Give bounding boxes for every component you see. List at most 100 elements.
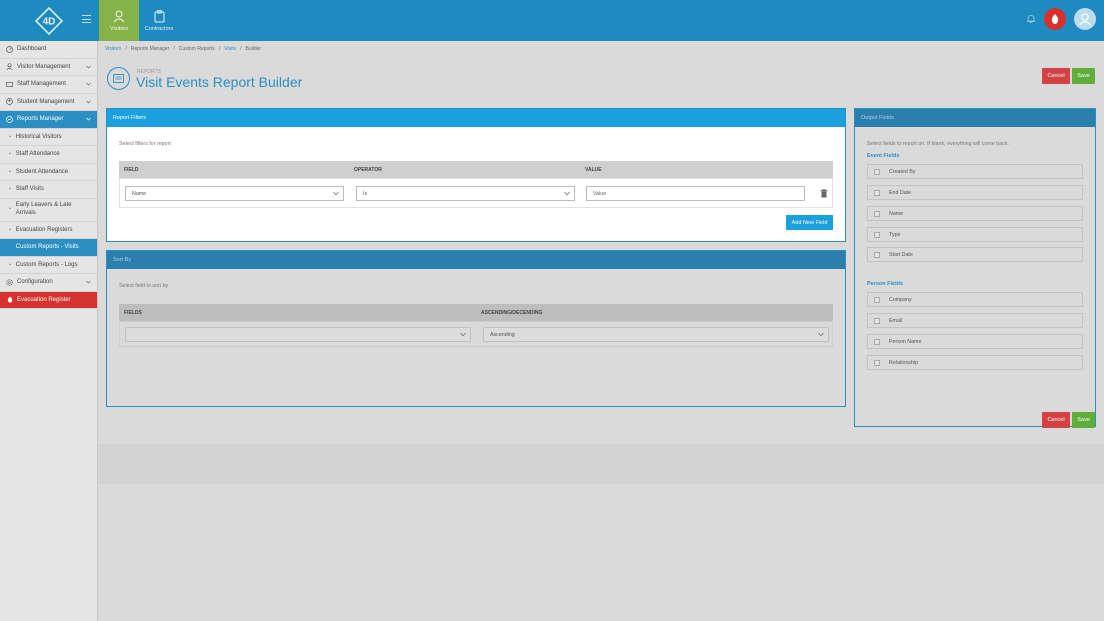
sidebar-item-staff-visits[interactable]: Staff Visits xyxy=(0,181,97,199)
tab-visitors[interactable]: Visitors xyxy=(99,0,139,41)
breadcrumb-item[interactable]: Visitors xyxy=(105,46,121,52)
sort-order-select[interactable]: Ascending xyxy=(483,327,829,342)
output-field-end-date[interactable]: End Date xyxy=(867,185,1083,200)
checkbox[interactable] xyxy=(874,211,880,217)
chevron-down-icon xyxy=(460,332,466,337)
checkbox[interactable] xyxy=(874,190,880,196)
sidebar-item-visitor-management[interactable]: Visitor Management xyxy=(0,59,97,76)
sidebar-item-custom-reports-logs[interactable]: Custom Reports - Logs xyxy=(0,257,97,274)
checkbox[interactable] xyxy=(874,252,880,258)
save-button[interactable]: Save xyxy=(1072,68,1095,84)
sidebar: Dashboard Visitor Management Staff Manag… xyxy=(0,41,98,621)
output-field-email[interactable]: Email xyxy=(867,313,1083,328)
output-field-type[interactable]: Type xyxy=(867,227,1083,242)
tab-contractors[interactable]: Contractors xyxy=(139,0,179,41)
panel-header: Sort By xyxy=(107,251,845,269)
value-input[interactable]: Value xyxy=(586,186,805,201)
sidebar-item-label: Historical Visitors xyxy=(15,133,62,140)
event-fields-title: Event Fields xyxy=(867,153,900,159)
chevron-down-icon xyxy=(818,332,824,337)
sidebar-item-student-management[interactable]: Student Management xyxy=(0,94,97,111)
sidebar-item-label: Custom Reports - Logs xyxy=(15,261,78,268)
tab-label: Contractors xyxy=(144,25,174,32)
sidebar-item-label: Student Management xyxy=(17,98,75,105)
breadcrumb-item[interactable]: Visits xyxy=(224,46,236,52)
hamburger-menu-icon[interactable] xyxy=(82,15,91,23)
sidebar-item-configuration[interactable]: Configuration xyxy=(0,274,97,292)
col-order: ASCENDING/DECENDING xyxy=(481,310,543,316)
sidebar-item-historical-visitors[interactable]: Historical Visitors xyxy=(0,129,97,146)
visitor-icon xyxy=(113,10,125,22)
save-button-bottom[interactable]: Save xyxy=(1072,412,1095,428)
chevron-down-icon xyxy=(86,280,91,284)
sort-hint: Select field to sort by xyxy=(119,283,169,289)
filters-hint: Select filters for report xyxy=(119,141,171,147)
output-field-label: Company xyxy=(889,296,912,303)
panel-header: Report Filters xyxy=(107,109,845,127)
output-field-name[interactable]: Name xyxy=(867,206,1083,221)
footer-band xyxy=(99,444,1104,484)
add-new-field-button[interactable]: Add New Field xyxy=(786,215,833,230)
id-card-icon xyxy=(6,81,13,88)
output-field-relationship[interactable]: Relationship xyxy=(867,355,1083,370)
sidebar-item-early-leavers[interactable]: Early Leavers & Late Arrivals xyxy=(0,199,97,222)
output-field-created-by[interactable]: Created By xyxy=(867,164,1083,179)
sort-field-select[interactable] xyxy=(125,327,471,342)
output-field-company[interactable]: Company xyxy=(867,292,1083,307)
chevron-down-icon xyxy=(86,100,91,103)
bell-icon[interactable] xyxy=(1026,14,1036,24)
filters-table-header: FIELD OPERATOR VALUE xyxy=(119,161,833,178)
svg-text:4D: 4D xyxy=(43,16,56,27)
sidebar-item-custom-reports-visits[interactable]: Custom Reports - Visits xyxy=(0,239,97,257)
sidebar-item-label: Evacuation Register xyxy=(17,296,71,303)
output-field-label: Name xyxy=(889,210,904,217)
operator-select-value: Is xyxy=(363,190,368,197)
checkbox[interactable] xyxy=(874,169,880,175)
checkbox[interactable] xyxy=(874,318,880,324)
field-select-value: Name xyxy=(132,190,147,197)
sidebar-item-evacuation-register[interactable]: Evacuation Register xyxy=(0,291,97,309)
breadcrumb-item[interactable]: Custom Reports xyxy=(179,46,215,52)
sidebar-item-staff-attendance[interactable]: Staff Attendance xyxy=(0,146,97,164)
output-field-start-date[interactable]: Start Date xyxy=(867,247,1083,262)
sidebar-item-staff-management[interactable]: Staff Management xyxy=(0,76,97,94)
logo-icon: 4D xyxy=(34,6,64,35)
breadcrumb-item[interactable]: Reports Manager xyxy=(131,46,170,52)
col-operator: OPERATOR xyxy=(354,167,382,173)
filter-row: Name Is Value xyxy=(119,178,833,208)
top-bar: 4D Visitors Contractors xyxy=(0,0,1104,41)
output-field-label: Relationship xyxy=(889,359,919,366)
field-select[interactable]: Name xyxy=(125,186,344,201)
student-icon xyxy=(6,98,13,106)
sidebar-item-label: Staff Visits xyxy=(15,186,44,193)
user-icon xyxy=(6,63,13,71)
evacuation-alert-button[interactable] xyxy=(1044,8,1066,30)
checkbox[interactable] xyxy=(874,360,880,366)
checkbox[interactable] xyxy=(874,297,880,303)
sidebar-item-reports-manager[interactable]: Reports Manager xyxy=(0,111,97,129)
checkbox[interactable] xyxy=(874,232,880,238)
sidebar-item-dashboard[interactable]: Dashboard xyxy=(0,41,97,59)
chevron-down-icon xyxy=(86,117,91,121)
report-filters-panel: Report Filters Select filters for report… xyxy=(106,108,846,242)
checkbox[interactable] xyxy=(874,339,880,345)
output-fields-panel: Output Fields Select fields to report on… xyxy=(854,108,1096,427)
sort-by-panel: Sort By Select field to sort by FIELDS A… xyxy=(106,250,846,407)
sort-order-value: Ascending xyxy=(490,331,515,338)
panel-header: Output Fields xyxy=(855,109,1095,127)
sidebar-item-evacuation-registers[interactable]: Evacuation Registers xyxy=(0,222,97,239)
operator-select[interactable]: Is xyxy=(356,186,575,201)
user-avatar[interactable] xyxy=(1074,8,1096,30)
cancel-button[interactable]: Cancel xyxy=(1042,68,1070,84)
trash-icon[interactable] xyxy=(820,189,828,198)
sort-table-header: FIELDS ASCENDING/DECENDING xyxy=(119,304,833,321)
col-field: FIELD xyxy=(124,167,139,173)
output-field-label: End Date xyxy=(889,189,912,196)
chevron-down-icon xyxy=(86,82,91,86)
tab-label: Visitors xyxy=(110,25,128,32)
sidebar-item-label: Staff Management xyxy=(17,81,66,88)
cancel-button-bottom[interactable]: Cancel xyxy=(1042,412,1070,428)
output-field-person-name[interactable]: Person Name xyxy=(867,334,1083,349)
sidebar-item-student-attendance[interactable]: Student Attendance xyxy=(0,164,97,181)
page-title: Visit Events Report Builder xyxy=(136,74,303,90)
